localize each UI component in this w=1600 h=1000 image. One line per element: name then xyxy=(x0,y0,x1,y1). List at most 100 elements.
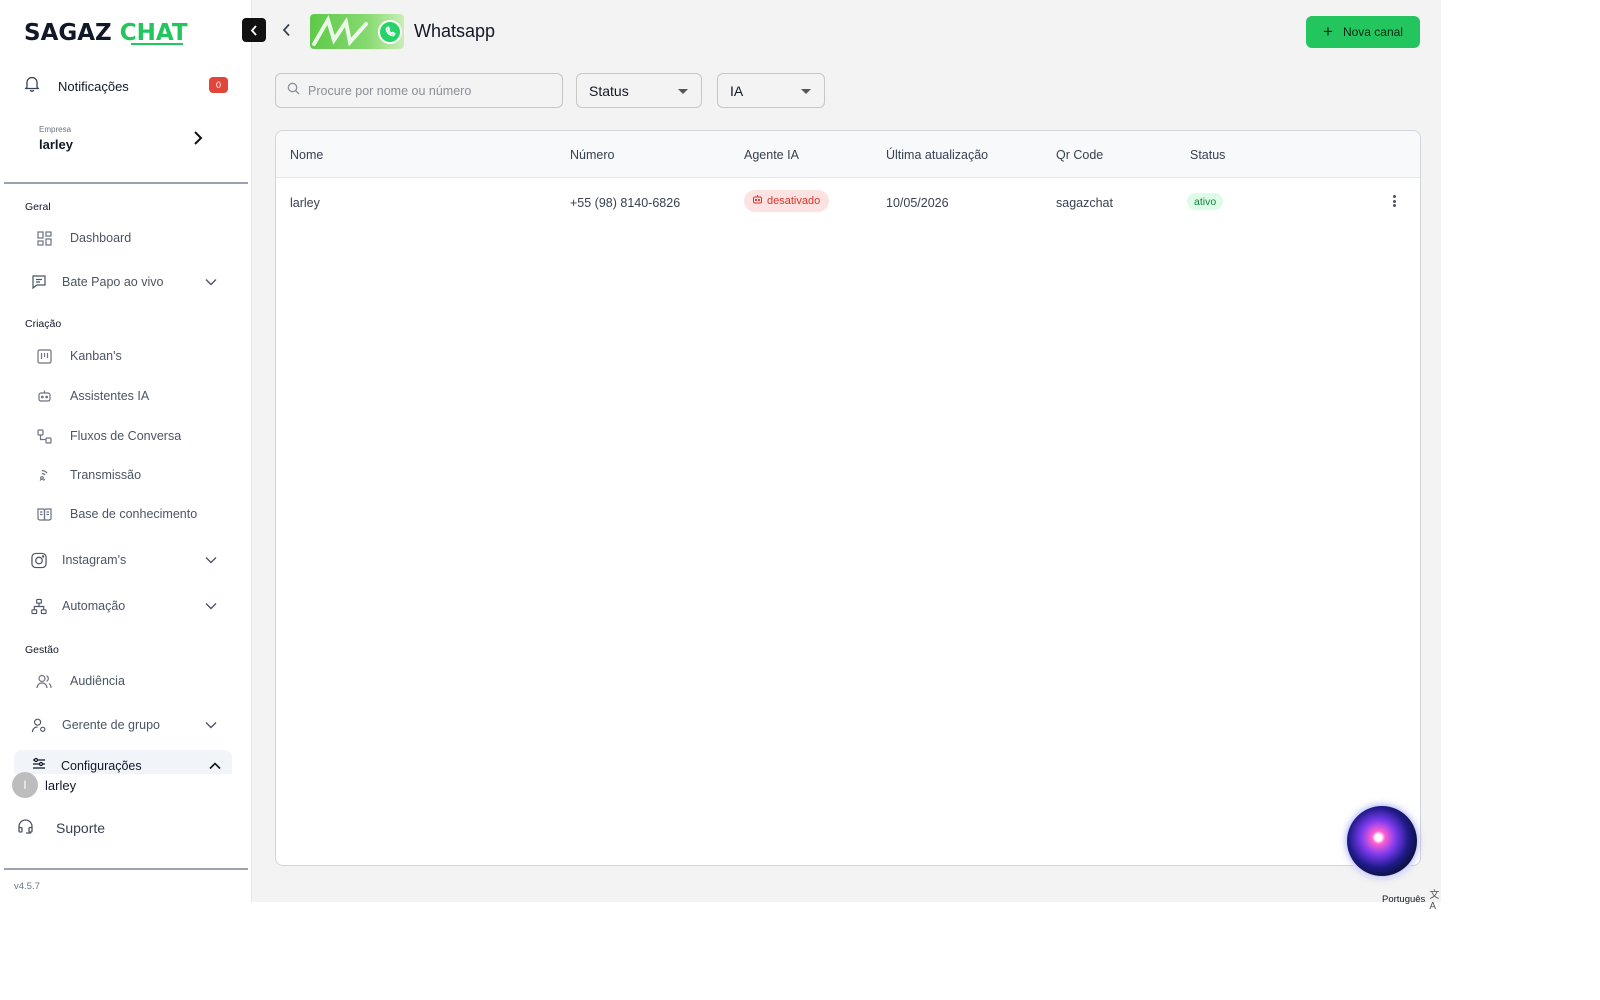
whatsapp-channel-logo xyxy=(310,14,404,49)
agent-status-label: desativado xyxy=(767,195,821,207)
column-header-agente-ia[interactable]: Agente IA xyxy=(744,148,799,162)
cell-nome: larley xyxy=(290,196,320,210)
chevron-down-icon[interactable] xyxy=(205,553,217,567)
robot-icon xyxy=(36,388,52,404)
caret-down-icon xyxy=(678,89,688,94)
bell-icon xyxy=(24,75,40,97)
sidebar-item-label: Configurações xyxy=(61,758,142,773)
collapse-sidebar-button[interactable] xyxy=(242,18,266,42)
company-label: Empresa xyxy=(39,125,72,134)
ia-filter-value: IA xyxy=(730,82,744,99)
automation-icon xyxy=(31,598,47,614)
notifications-count-badge: 0 xyxy=(209,77,228,93)
status-filter-select[interactable]: Status xyxy=(576,73,702,108)
language-label: Português xyxy=(1382,893,1426,905)
search-field[interactable] xyxy=(275,73,563,108)
cell-qr-code: sagazchat xyxy=(1056,196,1113,210)
logo-text-sagaz: SAGAZ xyxy=(24,20,120,46)
chevron-right-icon[interactable] xyxy=(193,131,203,150)
sidebar-item-label: Transmissão xyxy=(70,468,142,482)
sidebar-item-label: Kanban's xyxy=(70,349,122,363)
ai-assistant-orb-button[interactable] xyxy=(1347,806,1417,876)
sidebar-item-transmissao[interactable]: Transmissão xyxy=(36,461,232,489)
sidebar-item-kanban[interactable]: Kanban's xyxy=(36,342,232,370)
sidebar-item-fluxos[interactable]: Fluxos de Conversa xyxy=(36,422,232,450)
chevron-down-icon[interactable] xyxy=(205,718,217,732)
headset-icon xyxy=(17,818,34,838)
support-link[interactable]: Suporte xyxy=(17,818,105,838)
column-header-qr-code[interactable]: Qr Code xyxy=(1056,148,1103,162)
agent-status-badge: desativado xyxy=(744,190,830,212)
channels-table: Nome Número Agente IA Última atualização… xyxy=(275,130,1421,866)
sidebar-item-label: Audiência xyxy=(70,674,125,688)
translate-icon: 文A xyxy=(1429,890,1440,912)
sidebar-item-label: Base de conhecimento xyxy=(70,507,198,521)
section-gestao: Gestão xyxy=(25,644,59,656)
status-filter-value: Status xyxy=(589,82,629,99)
sidebar-item-audiencia[interactable]: Audiência xyxy=(36,667,232,695)
language-selector[interactable]: Português 文A xyxy=(1382,886,1441,912)
column-header-nome[interactable]: Nome xyxy=(290,148,323,162)
new-channel-label: Nova canal xyxy=(1342,25,1403,39)
avatar: l xyxy=(12,772,38,798)
chevron-down-icon[interactable] xyxy=(205,599,217,613)
app-window: SAGAZ CHAT Notificações 0 Empresa larley… xyxy=(0,0,1441,912)
sidebar-item-automacao[interactable]: Automação xyxy=(31,592,227,620)
broadcast-icon xyxy=(36,467,52,483)
search-icon xyxy=(287,82,300,100)
column-header-status[interactable]: Status xyxy=(1190,148,1225,162)
sidebar-divider xyxy=(4,868,248,870)
caret-down-icon xyxy=(801,89,811,94)
user-settings-icon xyxy=(31,717,47,733)
sidebar-item-instagram[interactable]: Instagram's xyxy=(31,546,227,574)
cell-numero: +55 (98) 8140-6826 xyxy=(570,196,681,210)
column-header-ultima-atualizacao[interactable]: Última atualização xyxy=(886,148,988,162)
back-button[interactable] xyxy=(282,23,292,42)
company-selector[interactable]: Empresa larley xyxy=(39,125,73,152)
sidebar-item-label: Dashboard xyxy=(70,231,132,245)
page-title: Whatsapp xyxy=(414,21,496,41)
status-badge: ativo xyxy=(1187,193,1224,210)
sidebar-item-label: Fluxos de Conversa xyxy=(70,429,182,443)
app-version: v4.5.7 xyxy=(14,881,40,892)
notifications-label: Notificações xyxy=(58,78,129,94)
current-user[interactable]: l larley xyxy=(12,772,76,798)
cell-ultima-atualizacao: 10/05/2026 xyxy=(886,196,949,210)
sidebar-item-configuracoes[interactable]: Configurações xyxy=(14,750,232,774)
kanban-icon xyxy=(36,348,52,364)
column-header-numero[interactable]: Número xyxy=(570,148,614,162)
sidebar-item-gerente[interactable]: Gerente de grupo xyxy=(31,711,227,739)
new-channel-button[interactable]: + Nova canal xyxy=(1306,16,1420,48)
search-input[interactable] xyxy=(308,83,538,98)
section-criacao: Criação xyxy=(25,318,62,330)
more-options-icon[interactable] xyxy=(1388,193,1400,209)
book-icon xyxy=(36,506,52,522)
sidebar-item-label: Assistentes IA xyxy=(70,389,150,403)
sidebar-item-dashboard[interactable]: Dashboard xyxy=(36,224,232,252)
ia-filter-select[interactable]: IA xyxy=(717,73,825,108)
logo-underline xyxy=(131,42,183,45)
table-header: Nome Número Agente IA Última atualização… xyxy=(276,131,1420,178)
sidebar-item-label: Instagram's xyxy=(62,553,127,567)
users-icon xyxy=(36,673,52,689)
sidebar-item-label: Gerente de grupo xyxy=(62,718,160,732)
chevron-up-icon[interactable] xyxy=(209,757,221,774)
sidebar-item-base[interactable]: Base de conhecimento xyxy=(36,500,232,528)
user-name: larley xyxy=(45,777,77,793)
notifications-item[interactable]: Notificações 0 xyxy=(24,72,228,100)
chevron-down-icon[interactable] xyxy=(205,275,217,289)
plus-icon: + xyxy=(1323,22,1333,41)
whatsapp-icon xyxy=(378,20,402,44)
sidebar-item-bate-papo[interactable]: Bate Papo ao vivo xyxy=(31,268,227,296)
robot-icon xyxy=(752,194,763,208)
sidebar-divider xyxy=(4,182,248,184)
chevron-left-icon xyxy=(250,24,257,36)
section-geral: Geral xyxy=(25,201,51,213)
dashboard-icon xyxy=(36,230,52,246)
instagram-icon xyxy=(31,552,47,568)
flow-icon xyxy=(36,428,52,444)
chevron-left-icon xyxy=(282,23,290,37)
sidebar-item-assistentes[interactable]: Assistentes IA xyxy=(36,382,232,410)
support-label: Suporte xyxy=(56,820,106,836)
chat-icon xyxy=(31,274,47,290)
